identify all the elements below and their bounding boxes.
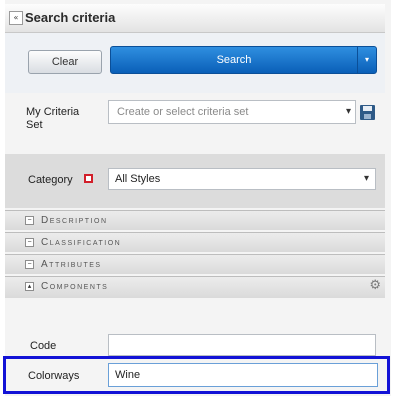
gear-icon[interactable]: ⚙	[369, 278, 381, 293]
category-select[interactable]: All Styles ▾	[108, 168, 376, 190]
save-icon[interactable]	[360, 105, 375, 120]
clear-button[interactable]: Clear	[28, 50, 102, 74]
expand-toggle-icon[interactable]: ▴	[25, 282, 34, 291]
code-input[interactable]	[108, 334, 376, 356]
colorways-input[interactable]: Wine	[108, 363, 378, 387]
collapse-icon[interactable]: «	[9, 11, 23, 25]
colorways-label: Colorways	[28, 370, 80, 382]
panel-header: « Search criteria	[5, 4, 385, 33]
section-label: Classification	[41, 237, 122, 248]
search-button[interactable]: Search	[110, 46, 358, 74]
section-label: Attributes	[41, 259, 102, 270]
chevron-down-icon[interactable]: ▾	[346, 106, 351, 117]
chevron-down-icon[interactable]: ▾	[364, 173, 369, 184]
section-label: Components	[41, 281, 109, 292]
collapse-toggle-icon[interactable]: −	[25, 216, 34, 225]
panel-title: Search criteria	[25, 10, 116, 25]
colorways-value: Wine	[115, 369, 141, 381]
section-components[interactable]: ▴ Components ⚙	[5, 276, 385, 298]
collapse-toggle-icon[interactable]: −	[25, 260, 34, 269]
required-icon	[84, 174, 93, 183]
search-menu-button[interactable]: ▾	[357, 46, 377, 74]
criteria-set-label: My Criteria Set	[26, 106, 80, 131]
collapse-toggle-icon[interactable]: −	[25, 238, 34, 247]
criteria-set-placeholder: Create or select criteria set	[117, 106, 249, 118]
section-label: Description	[41, 215, 108, 226]
section-attributes[interactable]: − Attributes	[5, 254, 385, 274]
code-label: Code	[30, 340, 57, 352]
criteria-set-select[interactable]: Create or select criteria set ▾	[108, 100, 356, 124]
category-label: Category	[28, 174, 73, 186]
section-classification[interactable]: − Classification	[5, 232, 385, 252]
category-value: All Styles	[115, 173, 161, 185]
section-description[interactable]: − Description	[5, 210, 385, 230]
